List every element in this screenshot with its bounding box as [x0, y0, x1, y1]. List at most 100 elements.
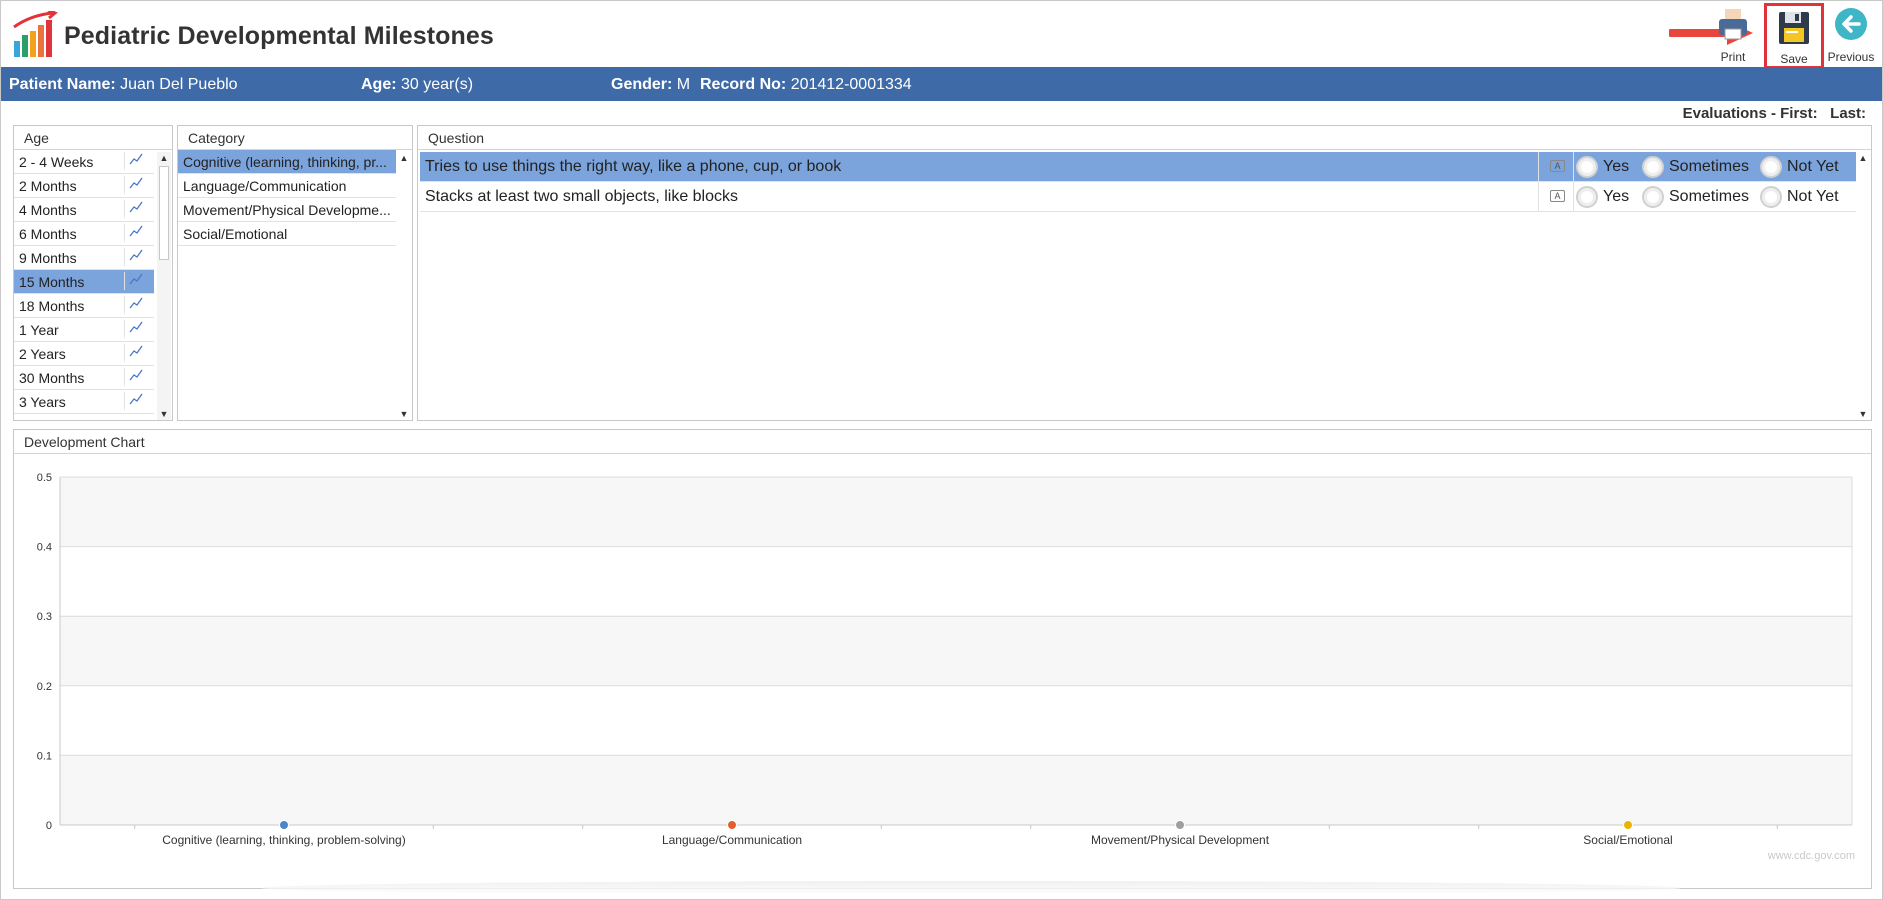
question-list[interactable]: Tries to use things the right way, like … — [418, 150, 1871, 212]
patient-record-value: 201412-0001334 — [790, 76, 912, 93]
previous-button[interactable]: Previous — [1823, 5, 1879, 65]
chart-source: www.cdc.gov.com — [1767, 850, 1855, 862]
evaluations-last-label: Last: — [1830, 105, 1866, 122]
answer-option-label: Yes — [1603, 158, 1630, 175]
app-window: Pediatric Developmental Milestones Print… — [0, 0, 1883, 900]
answer-option-sometimes[interactable]: Sometimes — [1642, 156, 1749, 178]
answer-option-not-yet[interactable]: Not Yet — [1760, 156, 1839, 178]
chart-band — [60, 477, 1852, 547]
answer-option-label: Not Yet — [1787, 188, 1839, 205]
question-panel: Question Tries to use things the right w… — [417, 125, 1872, 421]
age-panel: Age 2 - 4 Weeks 2 Months 4 Months 6 Months 9… — [13, 125, 173, 421]
data-point[interactable] — [1623, 820, 1633, 830]
patient-name: Patient Name: Juan Del Pueblo — [9, 76, 238, 94]
radio-button[interactable] — [1760, 186, 1782, 208]
scroll-up-icon[interactable]: ▲ — [1856, 152, 1870, 164]
scroll-up-icon[interactable]: ▲ — [397, 152, 411, 164]
question-row[interactable]: Tries to use things the right way, like … — [420, 152, 1856, 182]
data-point[interactable] — [727, 820, 737, 830]
age-item[interactable]: 15 Months — [14, 270, 154, 294]
previous-label: Previous — [1827, 50, 1875, 64]
radio-button[interactable] — [1642, 156, 1664, 178]
trend-chart-icon[interactable] — [124, 248, 143, 266]
age-item[interactable]: 2 Months — [14, 174, 154, 198]
x-tick-label: Social/Emotional — [1583, 833, 1672, 847]
answer-option-yes[interactable]: Yes — [1576, 156, 1629, 178]
back-arrow-icon — [1835, 8, 1867, 40]
patient-age: Age: 30 year(s) — [361, 76, 473, 94]
patient-gender: Gender: M — [611, 76, 690, 94]
trend-chart-icon[interactable] — [124, 200, 143, 218]
y-tick-label: 0.5 — [37, 472, 52, 484]
trend-chart-icon[interactable] — [124, 320, 143, 338]
answer-option-sometimes[interactable]: Sometimes — [1642, 186, 1749, 208]
trend-chart-icon[interactable] — [124, 368, 143, 386]
answer-option-yes[interactable]: Yes — [1576, 186, 1629, 208]
trend-chart-icon[interactable] — [124, 272, 143, 290]
app-logo-icon — [13, 11, 58, 57]
data-point[interactable] — [1175, 820, 1185, 830]
patient-info-bar: Patient Name: Juan Del Pueblo Age: 30 ye… — [1, 67, 1882, 101]
age-item[interactable]: 30 Months — [14, 366, 154, 390]
category-item[interactable]: Social/Emotional — [178, 222, 396, 246]
evaluations-first-label: Evaluations - First: — [1682, 105, 1818, 122]
age-item[interactable]: 3 Years — [14, 390, 154, 414]
age-item-label: 2 Months — [19, 178, 77, 194]
scroll-thumb[interactable] — [159, 166, 169, 260]
scroll-down-icon[interactable]: ▼ — [397, 408, 411, 420]
x-tick-label: Language/Communication — [662, 833, 802, 847]
age-item[interactable]: 2 - 4 Weeks — [14, 150, 154, 174]
scroll-down-icon[interactable]: ▼ — [157, 408, 171, 420]
answer-option-label: Not Yet — [1787, 158, 1839, 175]
age-item[interactable]: 9 Months — [14, 246, 154, 270]
app-title: Pediatric Developmental Milestones — [64, 22, 494, 50]
age-item[interactable]: 1 Year — [14, 318, 154, 342]
category-item[interactable]: Language/Communication — [178, 174, 396, 198]
patient-age-label: Age: — [361, 76, 397, 93]
age-item[interactable]: 2 Years — [14, 342, 154, 366]
category-scrollbar[interactable]: ▲ ▼ — [397, 152, 411, 420]
category-panel-header: Category — [178, 126, 412, 150]
evaluations-summary: Evaluations - First: Last: — [1683, 105, 1866, 122]
question-row[interactable]: Stacks at least two small objects, like … — [420, 182, 1856, 212]
note-icon[interactable]: A — [1538, 182, 1574, 212]
trend-chart-icon[interactable] — [124, 296, 143, 314]
scroll-up-icon[interactable]: ▲ — [157, 152, 171, 164]
age-item[interactable]: 6 Months — [14, 222, 154, 246]
category-item[interactable]: Cognitive (learning, thinking, pr... — [178, 150, 396, 174]
y-tick-label: 0.2 — [37, 681, 52, 693]
question-text: Stacks at least two small objects, like … — [425, 188, 739, 205]
patient-record-label: Record No: — [700, 76, 787, 93]
app-header: Pediatric Developmental Milestones Print… — [1, 1, 1882, 69]
radio-button[interactable] — [1576, 186, 1598, 208]
note-glyph: A — [1550, 190, 1565, 202]
age-item-label: 3 Years — [19, 394, 66, 410]
print-button[interactable]: Print — [1705, 5, 1761, 65]
question-scrollbar[interactable]: ▲ ▼ — [1856, 152, 1870, 420]
trend-chart-icon[interactable] — [124, 344, 143, 362]
x-tick-label: Cognitive (learning, thinking, problem-s… — [162, 833, 405, 847]
scroll-down-icon[interactable]: ▼ — [1856, 408, 1870, 420]
note-icon[interactable]: A — [1538, 152, 1574, 182]
question-panel-header: Question — [418, 126, 1871, 150]
age-list[interactable]: 2 - 4 Weeks 2 Months 4 Months 6 Months 9 Mon… — [14, 150, 172, 414]
patient-age-value: 30 year(s) — [401, 76, 474, 93]
age-item-label: 9 Months — [19, 250, 77, 266]
data-point[interactable] — [279, 820, 289, 830]
age-item[interactable]: 4 Months — [14, 198, 154, 222]
answer-option-not-yet[interactable]: Not Yet — [1760, 186, 1839, 208]
radio-button[interactable] — [1760, 156, 1782, 178]
radio-button[interactable] — [1642, 186, 1664, 208]
age-item-label: 6 Months — [19, 226, 77, 242]
trend-chart-icon[interactable] — [124, 176, 143, 194]
trend-chart-icon[interactable] — [124, 224, 143, 242]
category-list[interactable]: Cognitive (learning, thinking, pr... Lang… — [178, 150, 412, 246]
chart-band — [60, 616, 1852, 686]
age-scrollbar[interactable]: ▲ ▼ — [157, 152, 171, 420]
save-button[interactable]: Save — [1764, 3, 1824, 69]
trend-chart-icon[interactable] — [124, 392, 143, 410]
category-item[interactable]: Movement/Physical Developme... — [178, 198, 396, 222]
trend-chart-icon[interactable] — [124, 152, 143, 170]
age-item[interactable]: 18 Months — [14, 294, 154, 318]
radio-button[interactable] — [1576, 156, 1598, 178]
